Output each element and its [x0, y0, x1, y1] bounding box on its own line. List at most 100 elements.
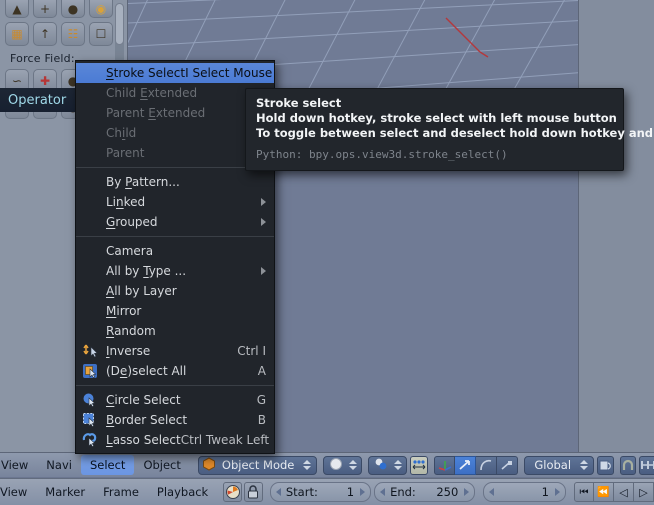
menu-item-circle-select[interactable]: Circle Select G [76, 390, 274, 410]
header-menu-select[interactable]: Select [81, 455, 134, 475]
timeline-menu-playback[interactable]: Playback [148, 482, 217, 502]
menu-shortcut: Ctrl I [237, 344, 266, 358]
end-frame-value: 250 [436, 485, 464, 499]
header-menu-view[interactable]: View [0, 455, 37, 475]
shading-selector[interactable] [323, 456, 362, 475]
menu-item-inverse[interactable]: Inverse Ctrl I [76, 341, 274, 361]
object-mode-cube-icon [202, 457, 216, 474]
empty-icon[interactable]: + [33, 0, 57, 18]
menu-item-border-select[interactable]: Border Select B [76, 410, 274, 430]
current-frame-field[interactable]: 1 [483, 482, 566, 502]
scale-manipulator-icon[interactable] [497, 456, 518, 475]
menu-item-deselect-all[interactable]: (De)select All A [76, 361, 274, 381]
timeline-header-bar[interactable]: View Marker Frame Playback Start: 1 End:… [0, 478, 654, 505]
menu-item-by-pattern[interactable]: By Pattern... [76, 172, 274, 192]
menu-separator [76, 385, 274, 386]
mesh-cube-icon[interactable]: ▦ [5, 22, 29, 46]
manipulator-button-group[interactable] [434, 456, 518, 475]
menu-item-all-by-layer[interactable]: All by Layer [76, 281, 274, 301]
transform-orientation-selector[interactable]: Global [524, 456, 594, 475]
end-frame-label: End: [385, 485, 416, 499]
timeline-menu-frame[interactable]: Frame [94, 482, 148, 502]
chevron-updown-icon[interactable] [349, 460, 357, 470]
proportional-edit-icon[interactable] [410, 456, 428, 475]
chevron-right-icon[interactable] [555, 488, 560, 496]
tooltip-title: Stroke select [256, 96, 613, 111]
menu-shortcut: I Select Mouse [185, 66, 272, 80]
chevron-right-icon[interactable] [360, 488, 365, 496]
tooltip-line-2: Hold down hotkey, stroke select with lef… [256, 111, 613, 126]
deselect-all-icon [82, 363, 98, 379]
stroke-select-tooltip: Stroke select Hold down hotkey, stroke s… [245, 88, 624, 171]
menu-item-grouped[interactable]: Grouped [76, 212, 274, 232]
chevron-right-icon [261, 198, 266, 206]
lamp-icon[interactable]: ● [61, 0, 85, 18]
playback-transport-group[interactable]: ⏮ ⏪ ◁ ▷ [574, 482, 654, 502]
header-menu-navi[interactable]: Navi [37, 455, 81, 475]
manipulator-axes-icon[interactable] [434, 456, 455, 475]
chevron-right-icon[interactable] [464, 488, 469, 496]
operator-panel-label: Operator [0, 93, 66, 108]
chevron-updown-icon[interactable] [580, 460, 588, 470]
group-icon[interactable]: ☷ [61, 22, 85, 46]
current-frame-value: 1 [542, 485, 555, 499]
border-select-icon [82, 412, 98, 428]
menu-shortcut: B [258, 413, 266, 427]
jump-to-start-icon[interactable]: ⏮ [574, 482, 594, 502]
play-icon[interactable]: ▷ [634, 482, 654, 502]
lock-icon[interactable] [244, 482, 263, 502]
menu-separator [76, 236, 274, 237]
header-menu-object[interactable]: Object [134, 455, 189, 475]
tooltip-python-path: Python: bpy.ops.view3d.stroke_select() [256, 147, 613, 162]
viewport-side-panel[interactable] [578, 0, 654, 452]
start-frame-label: Start: [281, 485, 318, 499]
tool-panel-scrollbar[interactable] [115, 3, 124, 45]
menu-item-linked[interactable]: Linked [76, 192, 274, 212]
tool-icon-row-2: ▦ ↑ ☷ ☐ [0, 18, 127, 46]
menu-shortcut: A [258, 364, 266, 378]
snap-increment-icon[interactable] [639, 456, 654, 475]
pivot-median-point-icon [371, 457, 391, 474]
menu-shortcut: Ctrl Tweak Left [181, 433, 269, 447]
magnet-snap-icon[interactable] [620, 456, 636, 475]
mode-selector[interactable]: Object Mode [198, 456, 317, 475]
armature-icon[interactable]: ▲ [5, 0, 29, 18]
rotate-manipulator-icon[interactable] [476, 456, 497, 475]
inverse-select-icon [82, 343, 98, 359]
transform-orientation-label: Global [528, 458, 577, 472]
solid-shading-sphere-icon [326, 457, 346, 474]
timeline-menu-marker[interactable]: Marker [36, 482, 94, 502]
auto-keyframe-icon[interactable] [223, 482, 242, 502]
play-reverse-icon[interactable]: ◁ [614, 482, 634, 502]
menu-item-mirror[interactable]: Mirror [76, 301, 274, 321]
menu-item-stroke-select[interactable]: Stroke Select I Select Mouse [76, 63, 274, 83]
chevron-right-icon [261, 267, 266, 275]
tooltip-line-3: To toggle between select and deselect ho… [256, 126, 613, 141]
menu-item-camera[interactable]: Camera [76, 241, 274, 261]
lasso-select-icon [82, 432, 98, 448]
menu-item-random[interactable]: Random [76, 321, 274, 341]
circle-select-icon [82, 392, 98, 408]
chevron-updown-icon[interactable] [394, 460, 402, 470]
chevron-right-icon [261, 218, 266, 226]
tool-icon-row-top: ▲ + ● ◉ [0, 0, 127, 18]
end-frame-field[interactable]: End: 250 [374, 482, 475, 502]
force-icon[interactable]: ↑ [33, 22, 57, 46]
camera-icon[interactable]: ◉ [89, 0, 113, 18]
image-icon[interactable]: ☐ [89, 22, 113, 46]
translate-manipulator-icon[interactable] [455, 456, 476, 475]
menu-item-all-by-type[interactable]: All by Type ... [76, 261, 274, 281]
menu-shortcut: G [257, 393, 266, 407]
start-frame-value: 1 [347, 485, 360, 499]
blender-window: ▲ + ● ◉ ▦ ↑ ☷ ☐ Force Field: ∽ ✚ ● ∿ ≈ ⊙… [0, 0, 654, 505]
render-layer-icon[interactable] [597, 456, 614, 475]
start-frame-field[interactable]: Start: 1 [270, 482, 371, 502]
step-back-icon[interactable]: ⏪ [594, 482, 614, 502]
timeline-menu-view[interactable]: View [0, 482, 36, 502]
mode-selector-label: Object Mode [216, 458, 300, 472]
chevron-left-icon[interactable] [489, 488, 494, 496]
menu-item-lasso-select[interactable]: Lasso Select Ctrl Tweak Left [76, 430, 274, 450]
pivot-selector[interactable] [368, 456, 407, 475]
chevron-updown-icon[interactable] [303, 460, 311, 470]
viewport-header-bar[interactable]: View Navi Select Object Object Mode [0, 452, 654, 477]
